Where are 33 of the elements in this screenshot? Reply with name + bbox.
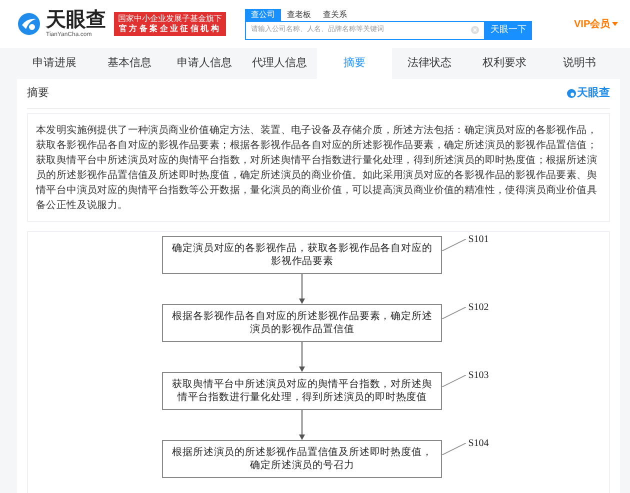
step-label: S104 [468, 437, 489, 451]
brand-logo: 天眼查 [567, 85, 610, 102]
clear-icon[interactable] [471, 26, 479, 34]
tab[interactable]: 基本信息 [92, 48, 167, 79]
caret-icon [612, 22, 618, 26]
step-label: S101 [468, 233, 489, 247]
tab[interactable]: 申请进展 [17, 48, 92, 79]
search-tab[interactable]: 查老板 [281, 8, 317, 20]
arrow [299, 342, 306, 372]
section-title: 摘要 [27, 86, 49, 102]
leader-line [442, 307, 466, 319]
logo-text: 天眼查 [46, 10, 106, 30]
tab[interactable]: 法律状态 [392, 48, 467, 79]
search-tab[interactable]: 查关系 [317, 8, 353, 20]
abstract-text: 本发明实施例提供了一种演员商业价值确定方法、装置、电子设备及存储介质，所述方法包括：确定演员对应的各影视作品，获取各影视作品各自对应的影视作品要素；根据各影视作品各自对应的所述影视作品要素，确定所述演员的影视作品置信值；获取舆情平台中所述演员对应的舆情平台指数，对所述舆情平台指数进行量化处理，得到所述演员的即时热度值；根据所述演员的所述影视作品置信值及所述即时热度值，确定所述演员的商业价值。如此采用演员对应的各影视作品的影视作品要素、舆情平台中演员对应的舆情平台指数等公开数据，量化演员的商业价值，可以提高演员商业价值的精准性，使得演员商业价值具备公正性及说服力。 [36, 124, 598, 213]
step-label: S102 [468, 301, 489, 315]
step-box: 确定演员对应的各影视作品，获取各影视作品各自对应的影视作品要素 [162, 236, 442, 274]
brand-icon [567, 89, 576, 98]
leader-line [442, 239, 466, 251]
tab[interactable]: 说明书 [542, 48, 617, 79]
slogan-badge: 国家中小企业发展子基金旗下 官方备案企业征信机构 [114, 12, 226, 36]
step-box: 根据所述演员的所述影视作品置信值及所述即时热度值，确定所述演员的号召力 [162, 440, 442, 478]
tab[interactable]: 代理人信息 [242, 48, 317, 79]
logo-icon [17, 12, 41, 36]
arrow [299, 274, 306, 304]
leader-line [442, 375, 466, 387]
arrow [299, 410, 306, 440]
tab[interactable]: 权利要求 [467, 48, 542, 79]
tab[interactable]: 申请人信息 [167, 48, 242, 79]
leader-line [442, 443, 466, 455]
step-box: 获取舆情平台中所述演员对应的舆情平台指数，对所述舆情平台指数进行量化处理，得到所述演员的即时热度值 [162, 372, 442, 410]
step-box: 根据各影视作品各自对应的所述影视作品要素，确定所述演员的影视作品置信值 [162, 304, 442, 342]
step-label: S103 [468, 369, 489, 383]
